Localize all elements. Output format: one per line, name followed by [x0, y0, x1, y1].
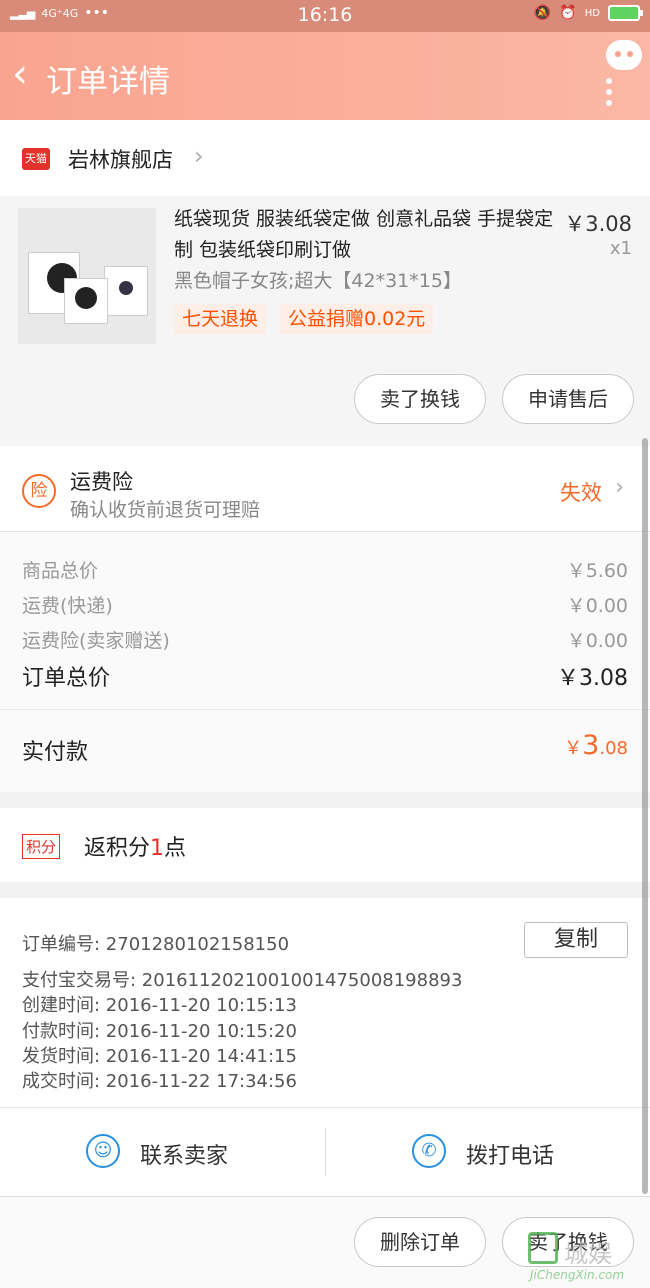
contact-bar: ☺ 联系卖家 ✆ 拨打电话: [0, 1108, 650, 1196]
chat-icon: ☺: [86, 1134, 120, 1168]
points-row: 积分 返积分1点: [0, 808, 650, 882]
resell-button[interactable]: 卖了换钱: [354, 374, 486, 424]
amount-integer: 3: [582, 730, 600, 761]
paid-time: 付款时间: 2016-11-20 10:15:20: [22, 1021, 297, 1042]
shop-name: 岩林旗舰店: [68, 148, 173, 172]
product-price: ￥3.08: [564, 212, 632, 236]
price-row-value: ￥0.00: [566, 595, 628, 617]
chevron-right-icon: ›: [615, 475, 624, 500]
created-time: 创建时间: 2016-11-20 10:15:13: [22, 995, 297, 1016]
return-policy-tag: 七天退换: [174, 304, 267, 334]
points-badge: 积分: [22, 834, 61, 859]
order-total-row: 订单总价 ￥3.08: [22, 660, 628, 692]
delete-order-button[interactable]: 删除订单: [354, 1217, 486, 1267]
amount-decimal: .08: [599, 738, 628, 759]
actual-payment-label: 实付款: [22, 740, 89, 765]
call-phone-label: 拨打电话: [466, 1144, 555, 1169]
call-phone-button[interactable]: ✆ 拨打电话: [326, 1108, 650, 1196]
price-row-value: ￥5.60: [566, 560, 628, 582]
points-prefix: 返积分: [84, 836, 151, 861]
product-title: 纸袋现货 服装纸袋定做 创意礼品袋 手提袋定制 包装纸袋印刷订做: [174, 208, 554, 261]
more-menu-icon[interactable]: [606, 78, 612, 106]
nav-bar: ‹ 订单详情: [0, 32, 650, 120]
insurance-title: 运费险: [70, 470, 133, 494]
logo-icon: [528, 1232, 558, 1264]
order-number: 订单编号: 2701280102158150: [22, 934, 290, 955]
price-row: 商品总价 ￥5.60: [22, 556, 628, 583]
charity-tag: 公益捐赠0.02元: [280, 304, 434, 334]
actual-payment-row: 实付款 ￥3.08: [0, 710, 650, 792]
order-item[interactable]: 纸袋现货 服装纸袋定做 创意礼品袋 手提袋定制 包装纸袋印刷订做 黑色帽子女孩;…: [0, 196, 650, 446]
price-row-label: 运费险(卖家赠送): [22, 630, 170, 652]
currency-symbol: ￥: [564, 738, 583, 759]
product-quantity: x1: [609, 238, 632, 259]
phone-icon: ✆: [412, 1134, 446, 1168]
insurance-icon: 险: [22, 474, 56, 508]
back-icon[interactable]: ‹: [12, 54, 28, 94]
actual-payment-value: ￥3.08: [564, 730, 628, 761]
price-row-label: 运费(快递): [22, 595, 113, 617]
alarm-icon: ⏰: [559, 5, 577, 21]
product-sku: 黑色帽子女孩;超大【42*31*15】: [174, 270, 462, 292]
price-row: 运费险(卖家赠送) ￥0.00: [22, 626, 628, 653]
order-total-label: 订单总价: [22, 666, 111, 691]
watermark-logo: 城娱 JiChengXin.com: [528, 1232, 646, 1284]
product-image: [18, 208, 156, 344]
price-row-label: 商品总价: [22, 560, 99, 582]
price-breakdown: 商品总价 ￥5.60 运费(快递) ￥0.00 运费险(卖家赠送) ￥0.00 …: [0, 532, 650, 710]
contact-seller-label: 联系卖家: [140, 1144, 229, 1169]
shipped-time: 发货时间: 2016-11-20 14:41:15: [22, 1046, 297, 1067]
insurance-subtitle: 确认收货前退货可理赔: [70, 499, 261, 521]
shipping-insurance-row[interactable]: 险 运费险 确认收货前退货可理赔 失效 ›: [0, 446, 650, 532]
insurance-status: 失效: [560, 481, 602, 505]
page-title: 订单详情: [46, 64, 170, 100]
after-sales-button[interactable]: 申请售后: [502, 374, 634, 424]
alipay-trade-number: 支付宝交易号: 2016112021001001475008198893: [22, 970, 463, 991]
shop-row[interactable]: 天猫 岩林旗舰店 ›: [0, 120, 650, 196]
scrollbar[interactable]: [642, 438, 648, 1194]
price-row: 运费(快递) ￥0.00: [22, 591, 628, 618]
watermark-url: JiChengXin.com: [530, 1268, 625, 1282]
points-suffix: 点: [164, 836, 187, 861]
order-total-value: ￥3.08: [557, 666, 628, 691]
order-info: 订单编号: 2701280102158150 复制 支付宝交易号: 201611…: [0, 898, 650, 1108]
points-text: 返积分1点: [84, 830, 186, 862]
contact-seller-button[interactable]: ☺ 联系卖家: [0, 1108, 325, 1196]
chat-bubble-icon[interactable]: [606, 40, 642, 70]
price-row-value: ￥0.00: [566, 630, 628, 652]
status-bar: ▂▃▅ 4G⁺4G ••• 16:16 🔕 ⏰ HD: [0, 0, 650, 32]
chevron-right-icon: ›: [194, 142, 204, 170]
watermark-brand: 城娱: [564, 1240, 612, 1268]
points-count: 1: [150, 836, 165, 861]
copy-button[interactable]: 复制: [524, 922, 628, 958]
completed-time: 成交时间: 2016-11-22 17:34:56: [22, 1071, 297, 1092]
mute-icon: 🔕: [533, 5, 552, 21]
tmall-icon: 天猫: [22, 148, 50, 170]
battery-icon: [608, 5, 643, 21]
hd-call-icon: HD: [584, 7, 600, 19]
